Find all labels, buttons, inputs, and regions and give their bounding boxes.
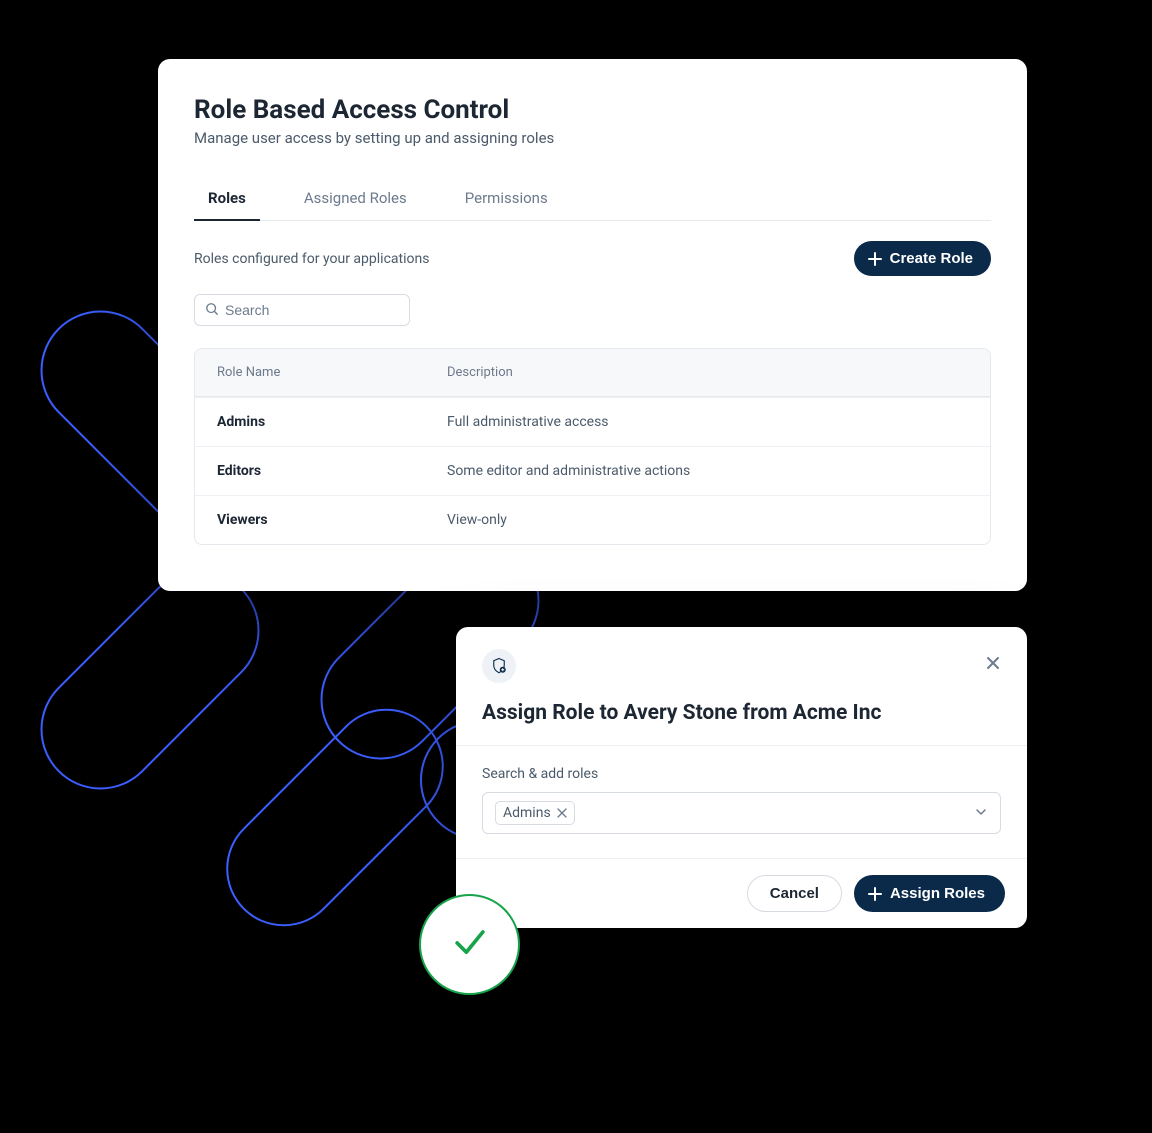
tabs: Roles Assigned Roles Permissions [194, 179, 991, 221]
role-name: Viewers [217, 512, 447, 528]
selected-role-chip: Admins [495, 801, 575, 825]
search-input[interactable] [225, 302, 406, 318]
page-title: Role Based Access Control [194, 95, 991, 125]
column-header-description: Description [447, 365, 968, 380]
search-input-wrap[interactable] [194, 294, 410, 326]
tab-permissions[interactable]: Permissions [451, 179, 562, 221]
column-header-name: Role Name [217, 365, 447, 380]
page-subtitle: Manage user access by setting up and ass… [194, 129, 991, 147]
assign-roles-label: Assign Roles [890, 885, 985, 902]
success-badge [419, 894, 520, 995]
create-role-button[interactable]: Create Role [854, 241, 991, 276]
cancel-button[interactable]: Cancel [747, 875, 842, 912]
role-name: Admins [217, 414, 447, 430]
plus-icon [868, 252, 882, 266]
roles-table: Role Name Description Admins Full admini… [194, 348, 991, 545]
role-name: Editors [217, 463, 447, 479]
role-description: Some editor and administrative actions [447, 463, 968, 479]
chip-label: Admins [503, 805, 551, 821]
plus-icon [868, 887, 882, 901]
section-description: Roles configured for your applications [194, 251, 429, 267]
field-label: Search & add roles [482, 766, 1001, 782]
shield-icon [482, 649, 516, 683]
role-description: Full administrative access [447, 414, 968, 430]
tab-roles[interactable]: Roles [194, 179, 260, 221]
table-row[interactable]: Admins Full administrative access [195, 397, 990, 446]
chevron-down-icon [974, 804, 988, 823]
check-icon [448, 921, 492, 969]
table-header: Role Name Description [195, 349, 990, 397]
create-role-label: Create Role [890, 250, 973, 267]
assign-role-modal: Assign Role to Avery Stone from Acme Inc… [456, 627, 1027, 928]
close-icon [985, 659, 1001, 674]
close-button[interactable] [981, 651, 1005, 678]
table-row[interactable]: Editors Some editor and administrative a… [195, 446, 990, 495]
rbac-card: Role Based Access Control Manage user ac… [158, 59, 1027, 591]
modal-title: Assign Role to Avery Stone from Acme Inc [482, 701, 1001, 725]
tab-assigned-roles[interactable]: Assigned Roles [290, 179, 421, 221]
role-description: View-only [447, 512, 968, 528]
table-row[interactable]: Viewers View-only [195, 495, 990, 544]
remove-chip-button[interactable] [557, 808, 567, 818]
role-multiselect[interactable]: Admins [482, 792, 1001, 834]
search-icon [205, 301, 219, 320]
assign-roles-button[interactable]: Assign Roles [854, 875, 1005, 912]
x-icon [557, 808, 567, 818]
